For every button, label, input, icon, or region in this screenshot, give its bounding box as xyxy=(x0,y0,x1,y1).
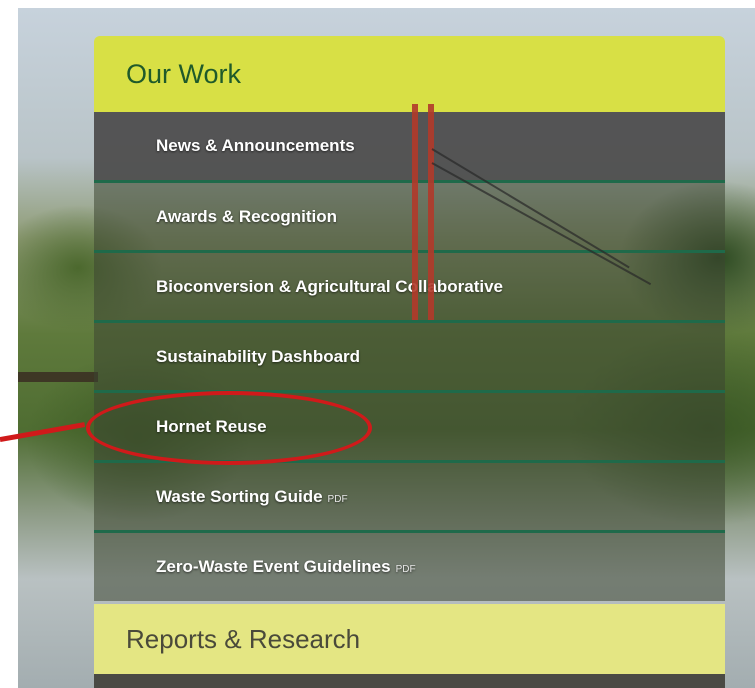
menu-item-sustainability-dashboard[interactable]: Sustainability Dashboard xyxy=(94,320,725,391)
annotation-highlight-ellipse xyxy=(86,391,372,465)
menu-item-label: Sustainability Dashboard xyxy=(156,347,361,366)
menu-item-waste-sorting-guide[interactable]: Waste Sorting Guide PDF xyxy=(94,460,725,531)
menu-items: News & Announcements Awards & Recognitio… xyxy=(94,112,725,604)
menu-item-awards[interactable]: Awards & Recognition xyxy=(94,180,725,251)
menu-item-label: Awards & Recognition xyxy=(156,207,338,226)
menu-item-label: News & Announcements xyxy=(156,136,355,155)
menu-item-zero-waste-guidelines[interactable]: Zero-Waste Event Guidelines PDF xyxy=(94,530,725,601)
reports-research-title: Reports & Research xyxy=(126,623,361,654)
menu-item-label: Bioconversion & Agricultural Collaborati… xyxy=(156,277,503,296)
bridge-deck xyxy=(18,372,98,382)
bridge-tower-right xyxy=(428,104,434,320)
reports-research-section[interactable]: Reports & Research xyxy=(94,604,725,674)
menu-header[interactable]: Our Work xyxy=(94,36,725,112)
menu-item-label: Zero-Waste Event Guidelines xyxy=(156,557,391,576)
bridge-tower-left xyxy=(412,104,418,320)
pdf-badge: PDF xyxy=(327,494,348,505)
menu-bottom-strip xyxy=(94,674,725,688)
menu-item-news[interactable]: News & Announcements xyxy=(94,112,725,180)
our-work-menu: Our Work News & Announcements Awards & R… xyxy=(94,36,725,688)
menu-item-label: Waste Sorting Guide xyxy=(156,487,323,506)
menu-header-title: Our Work xyxy=(126,58,242,89)
pdf-badge: PDF xyxy=(395,564,416,575)
menu-item-bioconversion[interactable]: Bioconversion & Agricultural Collaborati… xyxy=(94,250,725,321)
